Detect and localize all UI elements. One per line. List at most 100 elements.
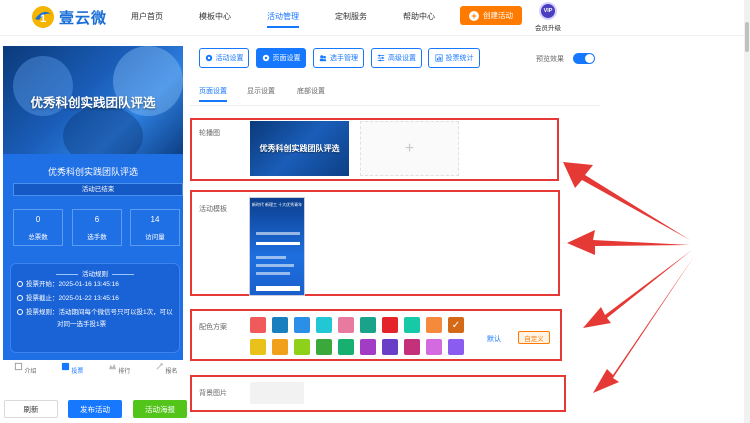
- template-line: [256, 286, 300, 291]
- rules-heading: 活动规则: [11, 268, 179, 278]
- subtab-display[interactable]: 显示设置: [247, 86, 275, 96]
- top-nav: 1 壹云微 用户首页 模板中心 活动管理 定制服务 帮助中心 + 创建活动 VI…: [0, 0, 750, 36]
- color-swatch[interactable]: [294, 339, 310, 355]
- stat-label: 总票数: [28, 234, 48, 241]
- stat-value: 6: [94, 215, 100, 224]
- template-line: [256, 232, 300, 235]
- color-swatch[interactable]: [426, 339, 442, 355]
- preview-tab-rank[interactable]: 排行: [104, 362, 134, 375]
- color-swatch[interactable]: [316, 317, 332, 333]
- color-swatch[interactable]: [360, 339, 376, 355]
- rule-text: 投票截止：2025-01-22 13:45:16: [26, 295, 119, 302]
- rule-policy: 投票规则：活动期间每个微信号只可以投1次，可以: [17, 308, 173, 318]
- rules-panel: 活动规则 投票开始：2025-01-16 13:45:16 投票截止：2025-…: [10, 263, 180, 353]
- tab-label: 高级设置: [388, 55, 416, 62]
- preview-tab-vote[interactable]: 投票: [57, 362, 87, 375]
- clock-icon: [17, 281, 23, 287]
- create-activity-label: 创建活动: [483, 11, 513, 20]
- preview-tab-label: 投票: [71, 369, 84, 375]
- add-carousel-image[interactable]: +: [360, 121, 459, 176]
- nav-item-custom[interactable]: 定制服务: [335, 11, 367, 22]
- stat-label: 访问量: [145, 234, 165, 241]
- color-swatch[interactable]: [382, 339, 398, 355]
- nav-item-templates[interactable]: 模板中心: [199, 11, 231, 22]
- tab-label: 页面设置: [272, 55, 301, 62]
- preview-bottom-tabs: 介绍 投票 排行 报名: [3, 360, 183, 386]
- logo-icon: 1: [32, 6, 54, 28]
- nav-item-activity[interactable]: 活动管理: [267, 11, 299, 28]
- stat-total-votes: 0 总票数: [13, 209, 63, 246]
- tab-activity-settings[interactable]: 活动设置: [199, 48, 249, 68]
- clock-icon: [17, 295, 23, 301]
- color-swatch[interactable]: [338, 339, 354, 355]
- poster-button[interactable]: 活动海报: [133, 400, 187, 418]
- gear-icon: [262, 54, 269, 62]
- stat-label: 选手数: [87, 234, 107, 241]
- scrollbar-thumb[interactable]: [745, 22, 749, 52]
- tab-page-settings[interactable]: 页面设置: [256, 48, 306, 68]
- color-swatch[interactable]: [250, 317, 266, 333]
- color-swatch[interactable]: [250, 339, 266, 355]
- bg-image-label: 背景图片: [199, 390, 227, 397]
- preview-tab-signup[interactable]: 报名: [151, 362, 181, 375]
- brand-logo[interactable]: 1 壹云微: [30, 4, 107, 30]
- activity-title: 优秀科创实践团队评选: [47, 167, 138, 177]
- nav-item-home[interactable]: 用户首页: [131, 11, 163, 22]
- template-line: [256, 272, 290, 275]
- refresh-button[interactable]: 刷新: [4, 400, 58, 418]
- template-line: [256, 264, 294, 267]
- carousel-image-title: 优秀科创实践团队评选: [259, 144, 340, 153]
- preview-tab-intro[interactable]: 介绍: [10, 362, 40, 375]
- color-swatch[interactable]: [338, 317, 354, 333]
- rule-text: 投票规则：活动期间每个微信号只可以投1次，可以: [26, 309, 173, 316]
- template-line: [256, 242, 300, 245]
- color-swatch[interactable]: [272, 317, 288, 333]
- rule-text: 投票开始：2025-01-16 13:45:16: [26, 281, 119, 288]
- nav-item-help[interactable]: 帮助中心: [403, 11, 435, 22]
- color-swatch[interactable]: [404, 317, 420, 333]
- plus-icon: +: [469, 10, 479, 21]
- rule-start: 投票开始：2025-01-16 13:45:16: [17, 280, 119, 290]
- preview-toggle[interactable]: [573, 53, 595, 64]
- tab-label: 投票统计: [445, 55, 474, 62]
- annotation-arrows: [563, 162, 695, 393]
- bg-image-upload[interactable]: [250, 382, 304, 404]
- preview-tab-label: 介绍: [24, 369, 37, 375]
- bar-chart-icon: [434, 54, 443, 62]
- tab-advanced[interactable]: 高级设置: [371, 48, 422, 68]
- color-swatch[interactable]: [360, 317, 376, 333]
- rank-icon: [108, 363, 116, 370]
- color-swatch[interactable]: [404, 339, 420, 355]
- color-swatch[interactable]: [316, 339, 332, 355]
- color-swatch[interactable]: [426, 317, 442, 333]
- color-swatch[interactable]: [294, 317, 310, 333]
- page-root: 1 壹云微 用户首页 模板中心 活动管理 定制服务 帮助中心 + 创建活动 VI…: [0, 0, 750, 423]
- template-label: 活动模板: [199, 206, 227, 213]
- color-swatch[interactable]: [382, 317, 398, 333]
- publish-button[interactable]: 发布活动: [68, 400, 122, 418]
- banner-title: 优秀科创实践团队评选: [30, 96, 156, 110]
- custom-color-button[interactable]: 自定义: [518, 331, 550, 344]
- template-thumbnail[interactable]: 新时代 新理工 十大优秀青年: [249, 197, 305, 296]
- color-swatch[interactable]: [448, 339, 464, 355]
- preview-toggle-label: 预览效果: [536, 56, 564, 63]
- default-color-link[interactable]: 默认: [487, 334, 501, 344]
- template-line: [256, 256, 286, 259]
- highlight-background: [190, 375, 566, 412]
- tab-contestants[interactable]: 选手管理: [313, 48, 364, 68]
- create-activity-button[interactable]: + 创建活动: [460, 6, 522, 25]
- stat-value: 14: [150, 215, 160, 224]
- arrow-icon: [563, 162, 695, 393]
- vip-upgrade[interactable]: VIP 会员升级: [534, 2, 562, 32]
- color-swatch[interactable]: ✓: [448, 317, 464, 333]
- color-swatch[interactable]: [272, 339, 288, 355]
- preview-tab-label: 排行: [118, 369, 131, 375]
- carousel-label: 轮播图: [199, 130, 220, 137]
- tab-vote-stats[interactable]: 投票统计: [428, 48, 480, 68]
- rule-end: 投票截止：2025-01-22 13:45:16: [17, 294, 119, 304]
- page-scrollbar[interactable]: [744, 0, 750, 423]
- subtab-page[interactable]: 页面设置: [199, 86, 227, 102]
- stat-visits: 14 访问量: [130, 209, 180, 246]
- carousel-image[interactable]: 优秀科创实践团队评选: [250, 121, 349, 176]
- subtab-footer[interactable]: 底部设置: [297, 86, 325, 96]
